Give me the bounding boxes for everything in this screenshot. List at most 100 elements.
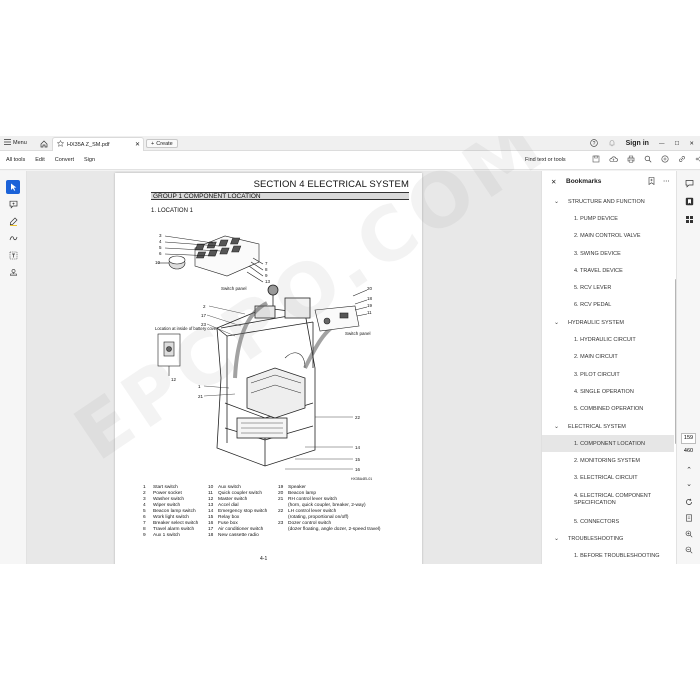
component-location-drawing: Switch panel 3 4 5 6 7 8 9 10 13 Switch … <box>155 233 373 481</box>
zoom-in-icon[interactable] <box>682 527 696 541</box>
chevron-down-icon[interactable]: ⌄ <box>682 477 696 491</box>
section-title: SECTION 4 ELECTRICAL SYSTEM <box>253 179 409 190</box>
save-icon[interactable] <box>592 155 600 165</box>
home-icon[interactable] <box>38 138 50 149</box>
bookmark-section[interactable]: ⌄ TROUBLESHOOTING <box>542 530 674 547</box>
bookmark-item[interactable]: 4. SINGLE OPERATION <box>542 383 674 400</box>
bookmark-item[interactable]: 2. MAIN CONTROL VALVE <box>542 228 674 245</box>
menu-all-tools[interactable]: All tools <box>6 157 25 163</box>
left-tool-rail <box>0 171 27 564</box>
upload-cloud-icon[interactable] <box>609 155 618 165</box>
callout-16: 16 <box>355 467 361 472</box>
minimize-icon[interactable]: — <box>659 141 665 147</box>
chevron-down-icon[interactable]: ⌄ <box>554 535 559 542</box>
current-page-input[interactable]: 159 <box>681 433 696 444</box>
callout-11: 11 <box>367 310 372 315</box>
select-tool-icon[interactable] <box>6 180 20 194</box>
menu-sign[interactable]: Sign <box>84 157 95 163</box>
callout-15: 15 <box>355 457 361 462</box>
menu-edit[interactable]: Edit <box>35 157 44 163</box>
sign-in-link[interactable]: Sign in <box>626 140 649 147</box>
legend-num: 18 <box>208 533 214 538</box>
menu-button[interactable]: Menu <box>4 139 27 147</box>
bookmark-item[interactable]: 5. COMBINED OPERATION <box>542 401 674 418</box>
bookmark-label: 3. PILOT CIRCUIT <box>574 371 620 378</box>
chevron-down-icon[interactable]: ⌄ <box>554 198 559 205</box>
print-icon[interactable] <box>627 155 635 165</box>
group-title: GROUP 1 COMPONENT LOCATION <box>153 193 261 200</box>
chevron-up-icon[interactable]: ⌃ <box>682 463 696 477</box>
battery-cover-note: Location at inside of battery cover <box>155 326 218 331</box>
callout-21: 21 <box>198 394 204 399</box>
star-icon[interactable] <box>56 139 65 149</box>
bookmark-item[interactable]: 4. ELECTRICAL COMPONENT SPECIFICATION <box>542 487 674 513</box>
comments-panel-icon[interactable] <box>682 176 696 190</box>
legend-text: New cassette radio <box>218 533 259 538</box>
bookmark-section[interactable]: ⌄ STRUCTURE AND FUNCTION <box>542 193 674 210</box>
bookmark-section[interactable]: ⌄ ELECTRICAL SYSTEM <box>542 418 674 435</box>
maximize-icon[interactable]: ☐ <box>674 141 679 147</box>
page-fit-icon[interactable] <box>682 511 696 525</box>
document-tab[interactable]: HX35A Z_SM.pdf ✕ <box>52 137 144 151</box>
bookmark-item[interactable]: 5. RCV LEVER <box>542 279 674 296</box>
chevron-down-icon[interactable]: ⌄ <box>554 319 559 326</box>
callout-23: 23 <box>201 322 207 327</box>
bookmark-section[interactable]: ⌄ HYDRAULIC SYSTEM <box>542 314 674 331</box>
bookmarks-title: Bookmarks <box>566 178 602 185</box>
close-panel-icon[interactable]: ✕ <box>551 178 556 186</box>
close-tab-icon[interactable]: ✕ <box>135 141 140 148</box>
ai-assistant-icon[interactable] <box>661 155 669 165</box>
bookmark-item[interactable]: 2. MAIN CIRCUIT <box>542 349 674 366</box>
callout-10: 10 <box>155 260 161 265</box>
menu-convert[interactable]: Convert <box>55 157 74 163</box>
bookmark-item[interactable]: 2. MONITORING SYSTEM <box>542 452 674 469</box>
bookmark-item[interactable]: 1. HYDRAULIC CIRCUIT <box>542 331 674 348</box>
create-button[interactable]: + Create <box>146 139 178 148</box>
bookmark-item[interactable]: 1. COMPONENT LOCATION <box>542 435 674 453</box>
bookmark-item[interactable]: 1. BEFORE TROUBLESHOOTING <box>542 548 674 564</box>
bookmark-label: 2. MAIN CONTROL VALVE <box>574 233 641 240</box>
refresh-icon[interactable] <box>682 495 696 509</box>
switch-panel-label-left: Switch panel <box>221 286 247 291</box>
callout-14: 14 <box>355 445 361 450</box>
switch-panel-label-right: Switch panel <box>345 331 371 336</box>
close-window-icon[interactable]: ✕ <box>689 141 694 147</box>
highlight-pen-icon[interactable] <box>6 214 20 228</box>
callout-12-left: 12 <box>171 377 177 382</box>
callout-3: 3 <box>159 233 162 238</box>
bookmark-item[interactable]: 3. PILOT CIRCUIT <box>542 366 674 383</box>
bell-icon[interactable] <box>608 139 616 149</box>
comment-tool-icon[interactable] <box>6 197 20 211</box>
stamp-tool-icon[interactable] <box>6 265 20 279</box>
share-icon[interactable] <box>695 155 700 165</box>
draw-tool-icon[interactable] <box>6 231 20 245</box>
pdf-viewer-window: Menu HX35A Z_SM.pdf ✕ + Create ? Sign in… <box>0 136 700 564</box>
bookmarks-panel: ✕ Bookmarks ⋯ ⌄ STRUCTURE AND FUNCTION 1. … <box>541 171 676 564</box>
thumbnails-grid-icon[interactable] <box>682 212 696 226</box>
bookmark-item[interactable]: 6. RCV PEDAL <box>542 297 674 314</box>
find-text-or-tools[interactable]: Find text or tools <box>525 157 566 163</box>
zoom-out-icon[interactable] <box>682 543 696 557</box>
chevron-down-icon[interactable]: ⌄ <box>554 423 559 430</box>
document-viewport[interactable]: SECTION 4 ELECTRICAL SYSTEM GROUP 1 COMP… <box>27 171 541 564</box>
link-icon[interactable] <box>678 155 686 165</box>
more-options-icon[interactable]: ⋯ <box>663 177 670 187</box>
bookmark-item[interactable]: 3. ELECTRICAL CIRCUIT <box>542 470 674 487</box>
bookmarks-panel-icon[interactable] <box>682 194 696 208</box>
text-select-icon[interactable] <box>6 248 20 262</box>
bookmark-item[interactable]: 4. TRAVEL DEVICE <box>542 262 674 279</box>
bookmark-item[interactable]: 3. SWING DEVICE <box>542 245 674 262</box>
create-label: Create <box>156 140 173 147</box>
callout-8: 8 <box>265 267 268 272</box>
bookmark-label: 3. SWING DEVICE <box>574 250 621 257</box>
bookmark-label: 1. PUMP DEVICE <box>574 215 618 222</box>
main-toolbar: All tools Edit Convert Sign Find text or… <box>0 151 700 170</box>
bookmark-label: STRUCTURE AND FUNCTION <box>568 198 645 205</box>
callout-20: 20 <box>367 286 373 291</box>
bookmark-item[interactable]: 1. PUMP DEVICE <box>542 210 674 227</box>
bookmark-label: 4. ELECTRICAL COMPONENT SPECIFICATION <box>574 493 652 507</box>
search-icon[interactable] <box>644 155 652 165</box>
help-icon[interactable]: ? <box>589 138 598 149</box>
bookmark-item[interactable]: 5. CONNECTORS <box>542 513 674 530</box>
add-bookmark-icon[interactable] <box>648 177 655 187</box>
